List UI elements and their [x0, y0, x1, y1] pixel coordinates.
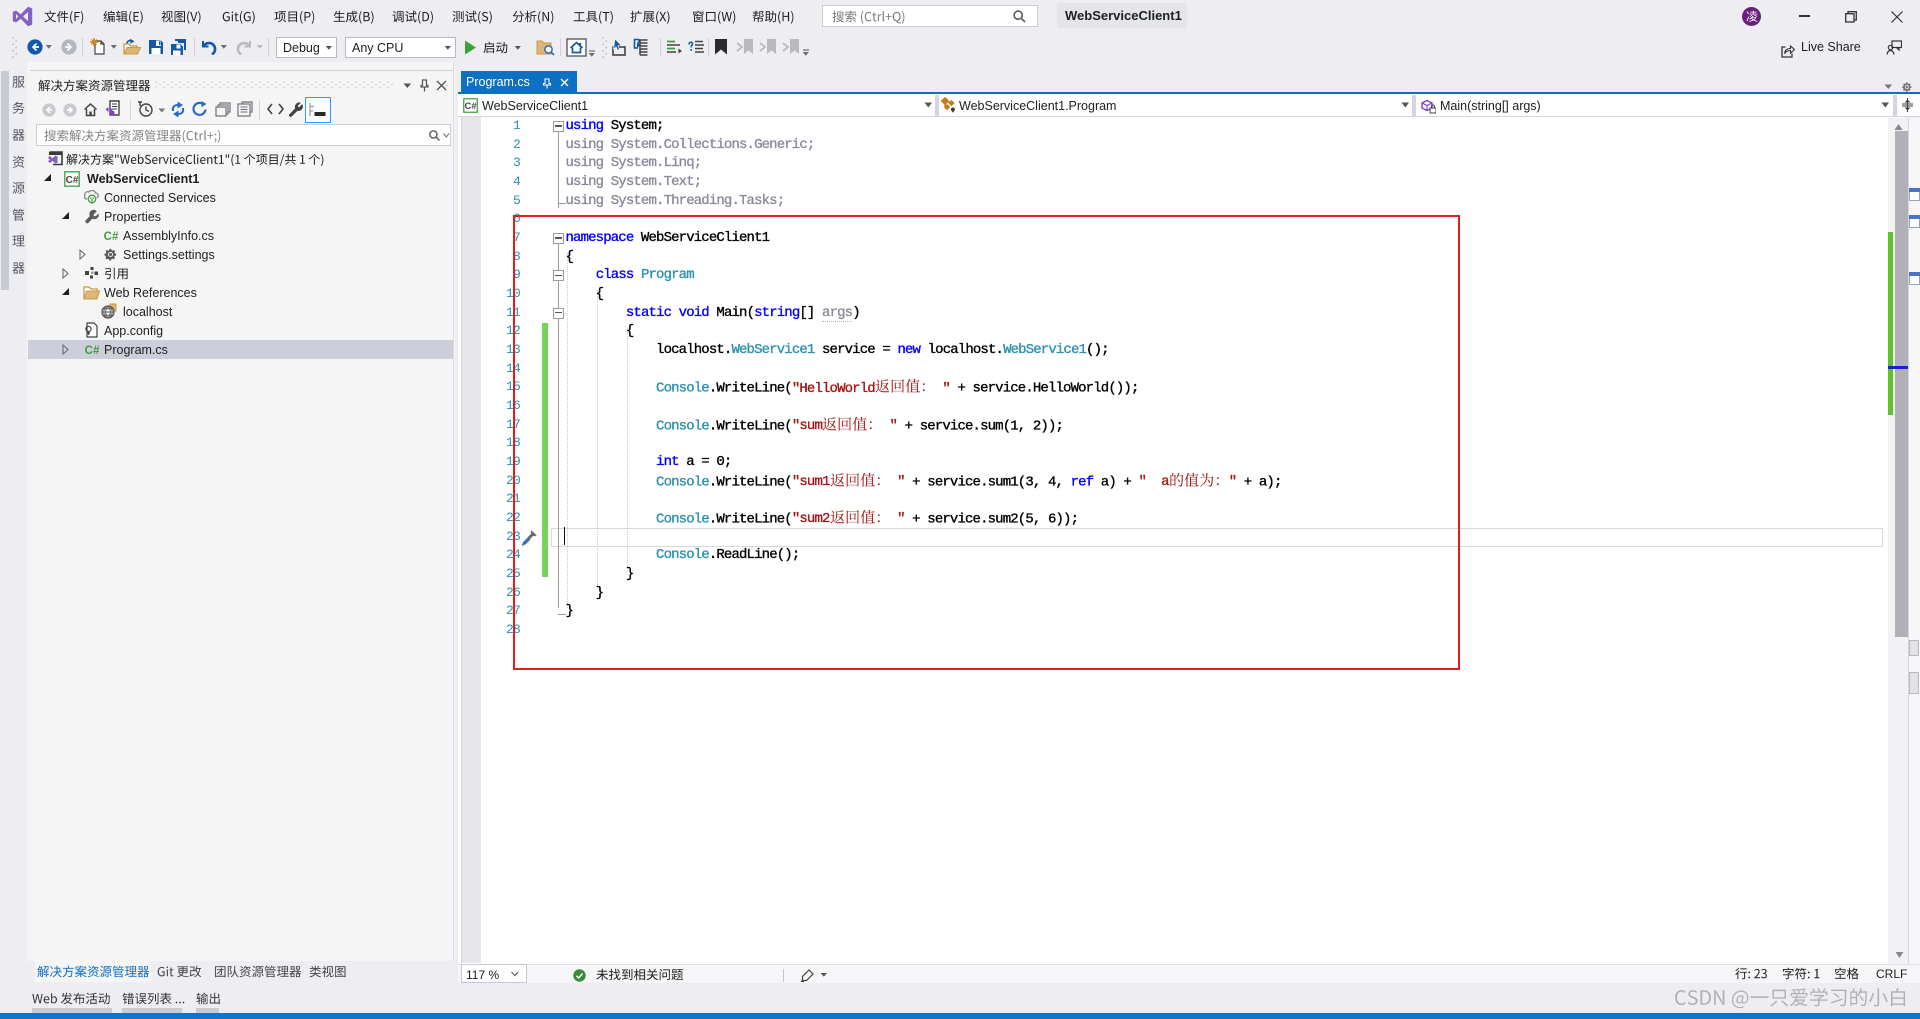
svg-text:C#: C# [104, 231, 119, 243]
svg-text:C#: C# [85, 345, 100, 357]
svg-text:C#: C# [66, 175, 79, 186]
svg-text:C#: C# [465, 101, 478, 111]
